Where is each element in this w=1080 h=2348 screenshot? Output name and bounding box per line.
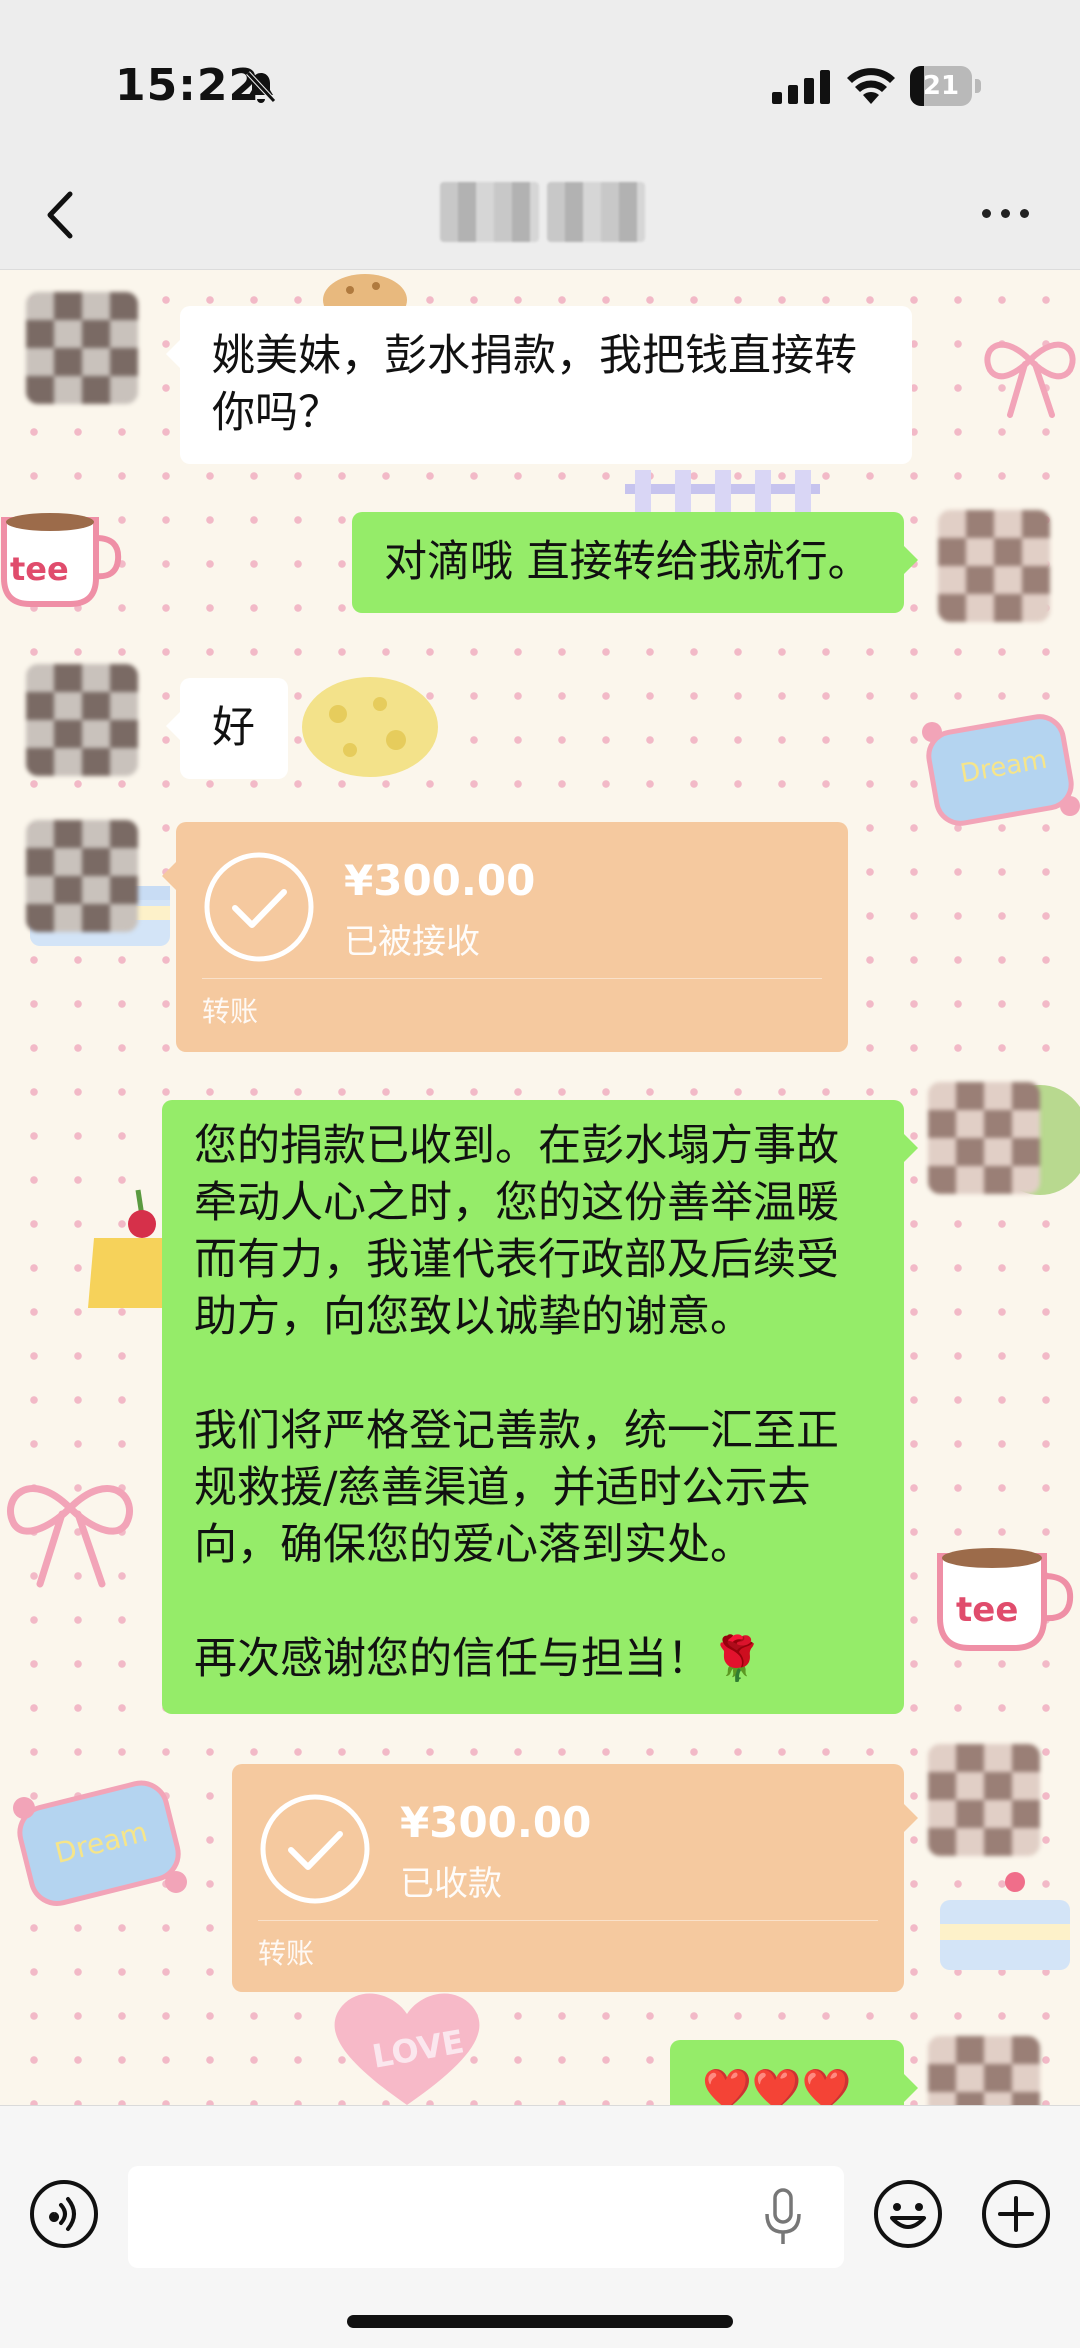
message-text: ❤️❤️❤️ bbox=[702, 2067, 852, 2105]
message-bubble-outgoing[interactable]: 对滴哦 直接转给我就行。 bbox=[352, 512, 918, 613]
home-indicator[interactable] bbox=[347, 2315, 733, 2328]
cup-label: tee bbox=[10, 550, 69, 588]
cup-label: tee bbox=[956, 1590, 1019, 1630]
emoji-icon[interactable] bbox=[872, 2178, 944, 2250]
dream-pillow-sticker-2: Dream bbox=[10, 1778, 190, 1908]
transfer-status: 已收款 bbox=[400, 1864, 502, 1904]
cake-sticker-icon-2 bbox=[940, 1872, 1070, 1970]
contact-avatar[interactable] bbox=[26, 292, 138, 404]
bell-muted-icon bbox=[246, 71, 276, 103]
transfer-card-outgoing[interactable]: ¥300.00 已收款 转账 bbox=[232, 1764, 918, 1992]
fence-sticker-icon bbox=[625, 470, 820, 514]
status-bar: 15:22 21 bbox=[0, 0, 1080, 160]
tea-cup-sticker-2: tee bbox=[936, 1542, 1076, 1652]
dot bbox=[1019, 208, 1029, 218]
dot bbox=[981, 208, 991, 218]
mic-icon[interactable] bbox=[763, 2188, 803, 2246]
message-text-line: 你吗？ bbox=[212, 388, 341, 438]
message-text-input[interactable] bbox=[128, 2166, 844, 2268]
chat-header bbox=[0, 160, 1080, 270]
message-text: 对滴哦 直接转给我就行。 bbox=[384, 537, 871, 587]
tea-cup-sticker: tee bbox=[0, 508, 122, 608]
cheese-sticker-icon bbox=[302, 677, 438, 777]
wifi-icon bbox=[847, 68, 895, 104]
transfer-card-incoming[interactable]: ¥300.00 已被接收 转账 bbox=[162, 822, 848, 1052]
pink-bow-icon-2 bbox=[7, 1485, 133, 1588]
message-bubble-outgoing[interactable]: ❤️❤️❤️ bbox=[670, 2040, 918, 2105]
transfer-divider bbox=[202, 978, 822, 979]
plus-icon[interactable] bbox=[980, 2178, 1052, 2250]
love-heart-sticker: LOVE bbox=[322, 1990, 492, 2105]
my-avatar[interactable] bbox=[938, 510, 1050, 622]
transfer-status: 已被接收 bbox=[344, 922, 480, 962]
transfer-divider bbox=[258, 1920, 878, 1921]
battery-percentage: 21 bbox=[922, 71, 960, 101]
contact-name-blurred bbox=[440, 182, 645, 242]
dream-pillow-sticker: Dream bbox=[920, 710, 1080, 830]
transfer-amount: ¥300.00 bbox=[400, 1798, 592, 1847]
voice-icon[interactable] bbox=[28, 2178, 100, 2250]
my-avatar[interactable] bbox=[928, 2036, 1040, 2105]
chat-messages-area[interactable]: tee Dream tee Dream LOVE 姚美妹，彭水捐款，我把钱直接转… bbox=[0, 270, 1080, 2105]
pink-bow-icon bbox=[984, 341, 1076, 418]
message-bubble-incoming[interactable]: 姚美妹，彭水捐款，我把钱直接转 你吗？ bbox=[166, 306, 912, 464]
transfer-label: 转账 bbox=[258, 1937, 315, 1970]
check-circle-icon bbox=[204, 852, 314, 962]
battery-indicator: 21 bbox=[910, 66, 982, 106]
dot bbox=[1000, 208, 1010, 218]
message-text: 好 bbox=[212, 703, 255, 753]
message-bubble-incoming[interactable]: 好 bbox=[166, 678, 288, 779]
transfer-label: 转账 bbox=[202, 995, 259, 1028]
message-bubble-outgoing-long[interactable]: 您的捐款已收到。在彭水塌方事故 牵动人心之时，您的这份善举温暖 而有力，我谨代表… bbox=[162, 1100, 918, 1714]
message-text-line: 姚美妹，彭水捐款，我把钱直接转 bbox=[212, 331, 857, 381]
my-avatar[interactable] bbox=[928, 1744, 1040, 1856]
battery-tip bbox=[975, 79, 981, 93]
message-text: 您的捐款已收到。在彭水塌方事故 牵动人心之时，您的这份善举温暖 而有力，我谨代表… bbox=[194, 1121, 839, 1684]
transfer-amount: ¥300.00 bbox=[344, 856, 536, 905]
cellular-signal-icon bbox=[772, 70, 830, 104]
status-time: 15:22 bbox=[115, 60, 261, 111]
contact-avatar[interactable] bbox=[26, 820, 138, 932]
check-circle-icon bbox=[260, 1794, 370, 1904]
message-input-bar bbox=[0, 2105, 1080, 2348]
more-horizontal-icon[interactable] bbox=[975, 193, 1035, 233]
my-avatar[interactable] bbox=[928, 1082, 1040, 1194]
cookie-sticker-icon bbox=[323, 274, 407, 306]
chevron-left-icon[interactable] bbox=[36, 182, 86, 248]
contact-avatar[interactable] bbox=[26, 664, 138, 776]
blurred-name-part bbox=[546, 182, 645, 242]
blurred-name-part bbox=[440, 182, 539, 242]
